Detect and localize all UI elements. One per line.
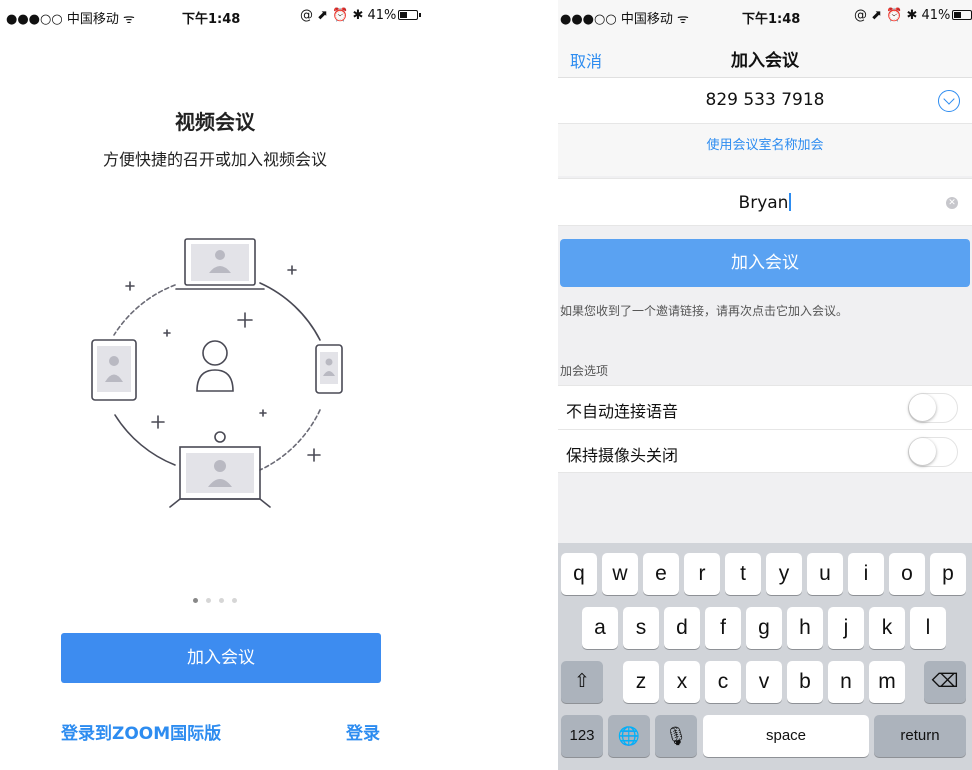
invite-link-hint: 如果您收到了一个邀请链接，请再次点击它加入会议。 [560,304,849,318]
welcome-screen: ●●●○○ 中国移动 ᯤ 下午1:48 @ ⬈ ⏰ ✱ 41% 视频会议 方便快… [0,0,430,770]
zoom-international-login-link[interactable]: 登录到ZOOM国际版 [61,719,221,744]
page-subtitle: 方便快捷的召开或加入视频会议 [102,150,327,169]
join-meeting-screen: ●●●○○ 中国移动 ᯤ 下午1:48 @ ⬈ ⏰ ✱ 41% 取消 加入会议 … [558,0,972,770]
meeting-id-field[interactable]: 829 533 7918 [558,78,972,124]
display-name-input[interactable]: Bryan [558,193,972,213]
toggle-knob [909,438,936,465]
text-cursor [789,193,792,211]
login-link[interactable]: 登录 [346,719,380,744]
carrier-label: ●●●○○ 中国移动 ᯤ [560,12,689,27]
page-indicator[interactable] [0,588,430,607]
clear-icon[interactable]: ✕ [946,197,958,209]
key-t[interactable]: t [725,553,761,595]
key-y[interactable]: y [766,553,802,595]
page-title: 视频会议 [175,110,255,134]
display-name-value: Bryan [738,193,789,213]
key-c[interactable]: c [705,661,741,703]
key-h[interactable]: h [787,607,823,649]
key-m[interactable]: m [869,661,905,703]
status-icons-text: @ ⬈ ⏰ ✱ 41% [300,8,397,23]
key-s[interactable]: s [623,607,659,649]
key-a[interactable]: a [582,607,618,649]
status-indicators: @ ⬈ ⏰ ✱ 41% [854,8,972,23]
key-b[interactable]: b [787,661,823,703]
page-dot[interactable] [193,598,198,603]
key-i[interactable]: i [848,553,884,595]
join-meeting-button[interactable]: 加入会议 [560,239,970,287]
option-no-auto-audio: 不自动连接语音 [558,385,972,429]
key-l[interactable]: l [910,607,946,649]
status-icons-text: @ ⬈ ⏰ ✱ 41% [854,8,951,23]
key-e[interactable]: e [643,553,679,595]
key-d[interactable]: d [664,607,700,649]
chevron-down-icon[interactable] [938,90,960,112]
no-auto-audio-toggle[interactable] [908,393,958,423]
key-f[interactable]: f [705,607,741,649]
nav-title: 加入会议 [731,51,799,71]
return-key[interactable]: return [874,715,966,757]
shift-key[interactable]: ⇧ [561,661,603,703]
page-dot[interactable] [219,598,224,603]
backspace-key[interactable]: ⌫ [924,661,966,703]
toggle-knob [909,394,936,421]
space-key[interactable]: space [703,715,869,757]
keyboard: q w e r t y u i o p a s d f g h j k l ⇧ … [558,543,972,770]
status-time: 下午1:48 [182,12,241,27]
key-n[interactable]: n [828,661,864,703]
nav-bar: 取消 加入会议 [558,30,972,78]
join-by-room-name-link[interactable]: 使用会议室名称加会 [558,124,972,176]
status-indicators: @ ⬈ ⏰ ✱ 41% [300,8,422,23]
video-meeting-illustration [91,238,343,508]
page-dot[interactable] [206,598,211,603]
keep-camera-off-toggle[interactable] [908,437,958,467]
key-q[interactable]: q [561,553,597,595]
status-time: 下午1:48 [742,12,801,27]
display-name-field[interactable]: Bryan ✕ [558,178,972,226]
key-x[interactable]: x [664,661,700,703]
option-keep-camera-off: 保持摄像头关闭 [558,429,972,473]
key-v[interactable]: v [746,661,782,703]
battery-icon [952,10,972,20]
numbers-key[interactable]: 123 [561,715,603,757]
key-p[interactable]: p [930,553,966,595]
option-label: 不自动连接语音 [566,402,679,421]
key-k[interactable]: k [869,607,905,649]
microphone-icon[interactable]: 🎙 [655,715,697,757]
option-label: 保持摄像头关闭 [566,446,679,465]
join-options-label: 加会选项 [560,364,609,378]
key-j[interactable]: j [828,607,864,649]
meeting-id-value: 829 533 7918 [705,90,825,110]
key-r[interactable]: r [684,553,720,595]
status-bar: ●●●○○ 中国移动 ᯤ 下午1:48 @ ⬈ ⏰ ✱ 41% [558,0,972,30]
key-g[interactable]: g [746,607,782,649]
globe-icon[interactable]: 🌐 [608,715,650,757]
carrier-label: ●●●○○ 中国移动 ᯤ [6,12,135,27]
battery-icon [398,10,422,20]
key-z[interactable]: z [623,661,659,703]
key-u[interactable]: u [807,553,843,595]
page-dot[interactable] [232,598,237,603]
key-w[interactable]: w [602,553,638,595]
key-o[interactable]: o [889,553,925,595]
join-meeting-button[interactable]: 加入会议 [61,633,381,683]
status-bar: ●●●○○ 中国移动 ᯤ 下午1:48 @ ⬈ ⏰ ✱ 41% [0,0,430,30]
